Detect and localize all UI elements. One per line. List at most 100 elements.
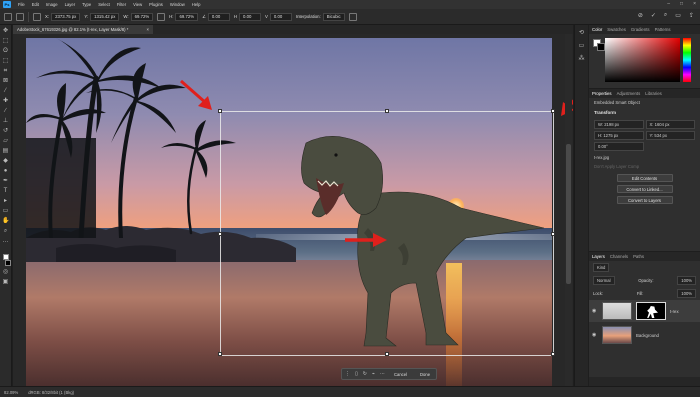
eyedropper-tool-icon[interactable]: ⁄ [2,88,9,95]
transform-handle-bottom-left[interactable] [218,352,222,356]
workspace-icon[interactable]: ▭ [675,12,681,19]
h-skew-field[interactable]: H 0.00 [234,12,262,21]
fill-input[interactable]: 100% [677,289,696,298]
menu-select[interactable]: Select [98,2,110,7]
layer-row-background[interactable]: ◉ Background [589,324,700,346]
frame-tool-icon[interactable]: ⊠ [2,78,9,85]
more-tools-icon[interactable]: … [2,238,9,245]
transform-handle-top-left[interactable] [218,109,222,113]
menu-type[interactable]: Type [82,2,91,7]
edit-contents-button[interactable]: Edit Contents [616,174,673,182]
visibility-eye-icon[interactable]: ◉ [592,332,598,338]
transform-handle-bottom-right[interactable] [551,352,555,356]
w-field[interactable]: W: 69.72% [123,12,154,21]
shape-tool-icon[interactable]: ▭ [2,208,9,215]
eraser-tool-icon[interactable]: ▱ [2,138,9,145]
crop-tool-icon[interactable]: ⌗ [2,68,9,75]
menu-edit[interactable]: Edit [32,2,39,7]
warp-icon[interactable] [348,12,357,21]
hand-tool-icon[interactable]: ✋ [2,218,9,225]
share-icon[interactable]: ⇪ [689,12,694,19]
tab-layers[interactable]: Layers [592,254,605,259]
pen-tool-icon[interactable]: ✒ [2,178,9,185]
visibility-eye-icon[interactable]: ◉ [592,308,598,314]
transform-handle-bottom[interactable] [385,352,389,356]
zoom-level[interactable]: 82.09% [4,390,18,395]
height-field[interactable]: H: 1275 px [594,131,644,140]
x-field[interactable]: X: 2373.75 px [45,12,81,21]
reference-point-icon[interactable] [33,12,41,21]
more-options-icon[interactable]: ⋯ [380,371,385,377]
brush-tool-icon[interactable]: ∕ [2,108,9,115]
interpolation-select[interactable]: Bicubic [322,12,345,21]
tab-color[interactable]: Color [592,27,602,32]
menu-image[interactable]: Image [46,2,58,7]
layer-kind-filter[interactable]: Kind [593,263,610,272]
h-input[interactable]: 69.72% [175,12,199,21]
hue-slider[interactable] [683,38,691,82]
menu-help[interactable]: Help [192,2,201,7]
path-select-tool-icon[interactable]: ▸ [2,198,9,205]
tab-libraries[interactable]: Libraries [645,91,661,96]
comments-panel-icon[interactable]: ▭ [578,43,586,50]
drag-handle-icon[interactable]: ⋮ [345,371,350,377]
close-window-icon[interactable]: × [693,1,696,7]
menu-file[interactable]: File [18,2,25,7]
link-icon[interactable] [157,12,166,21]
y-field[interactable]: Y: 1315.42 px [84,12,120,21]
lasso-tool-icon[interactable]: ʘ [2,48,9,55]
commit-transform-icon[interactable]: ✓ [651,12,656,19]
layer-name[interactable]: Background [636,333,659,338]
layer-name[interactable]: t-rex [670,309,679,314]
width-field[interactable]: W: 2198 px [594,120,644,129]
w-input[interactable]: 69.72% [130,12,154,21]
x-input[interactable]: 2373.75 px [51,12,81,21]
angle-field-panel[interactable]: 0.00° [594,142,644,151]
quick-mask-icon[interactable]: ◎ [2,269,9,276]
menu-window[interactable]: Window [170,2,185,7]
convert-to-layers-button[interactable]: Convert to Layers [616,196,673,204]
blur-tool-icon[interactable]: ◆ [2,158,9,165]
angle-field[interactable]: ∠ 0.00 [202,12,230,21]
transform-handle-top-right[interactable] [551,109,555,113]
menu-layer[interactable]: Layer [65,2,75,7]
angle-input[interactable]: 0.00 [207,12,230,21]
dodge-tool-icon[interactable]: ● [2,168,9,175]
transform-handle-left[interactable] [218,232,222,236]
scrollbar-thumb[interactable] [566,144,571,284]
tab-patterns[interactable]: Patterns [655,27,671,32]
move-tool-icon[interactable]: ✥ [2,28,9,35]
tab-channels[interactable]: Channels [610,254,628,259]
zoom-tool-icon[interactable]: ⌕ [2,228,9,235]
gradient-tool-icon[interactable]: ▤ [2,148,9,155]
document-info[interactable]: dRGB: 8/32/8bit (1 (Bkg) [28,390,74,395]
type-tool-icon[interactable]: T [2,188,9,195]
transform-handle-right[interactable] [551,232,555,236]
blend-mode-select[interactable]: Normal [593,276,615,285]
home-icon[interactable] [4,12,12,21]
v-skew-input[interactable]: 0.00 [269,12,292,21]
move-tool-preset-icon[interactable] [16,12,24,21]
transform-handle-top[interactable] [385,109,389,113]
y-input[interactable]: 1315.42 px [90,12,120,21]
tab-properties[interactable]: Properties [592,91,612,96]
x-position-field[interactable]: X: 1604 px [645,120,695,129]
document-tab[interactable]: AdobeStock_67619326.jpg @ 82.1% (t-rex, … [13,25,153,34]
tab-paths[interactable]: Paths [633,254,644,259]
object-select-tool-icon[interactable]: ⬚ [2,58,9,65]
warp-options-icon[interactable]: ⌁ [372,371,375,377]
h-skew-input[interactable]: 0.00 [239,12,262,21]
cancel-button[interactable]: Cancel [390,372,411,377]
maximize-icon[interactable]: □ [680,1,683,7]
flip-icon[interactable]: ▯ [355,371,358,377]
close-tab-icon[interactable]: × [147,27,149,32]
canvas-area[interactable]: ⋮ ▯ ↻ ⌁ ⋯ Cancel Done [13,34,573,386]
tab-gradients[interactable]: Gradients [631,27,650,32]
background-color-chip[interactable] [597,43,605,51]
clone-stamp-tool-icon[interactable]: ⊥ [2,118,9,125]
screen-mode-icon[interactable]: ▣ [2,279,9,286]
marquee-tool-icon[interactable]: ⬚ [2,38,9,45]
minimize-icon[interactable]: – [667,1,670,7]
layer-mask-thumbnail[interactable] [636,302,666,320]
menu-view[interactable]: View [133,2,142,7]
